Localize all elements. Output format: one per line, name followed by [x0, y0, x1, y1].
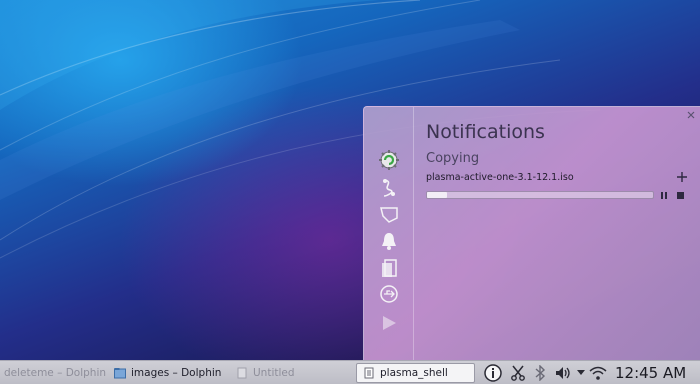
- expand-details-icon[interactable]: [676, 171, 688, 183]
- job-heading: Copying: [426, 151, 480, 166]
- close-icon[interactable]: [686, 110, 696, 120]
- task-label: images – Dolphin: [131, 367, 222, 379]
- notifications-popup: Notifications Copying plasma-active-one-…: [363, 106, 700, 360]
- popup-title: Notifications: [426, 121, 545, 143]
- bell-icon[interactable]: [376, 230, 402, 252]
- task-deleteme-dolphin[interactable]: deleteme – Dolphin: [4, 363, 106, 383]
- scissors-icon[interactable]: [509, 364, 527, 382]
- device-icon[interactable]: [376, 204, 402, 226]
- expand-arrow-icon[interactable]: [576, 364, 586, 382]
- network-icon[interactable]: [376, 177, 402, 199]
- job-progress-fill: [427, 192, 448, 198]
- volume-icon[interactable]: [553, 364, 573, 382]
- task-label: plasma_shell: [380, 367, 448, 379]
- task-label: Untitled: [253, 367, 295, 379]
- clock[interactable]: 12:45 AM: [615, 362, 686, 384]
- folder-icon: [114, 367, 126, 379]
- task-images-dolphin[interactable]: images – Dolphin: [114, 363, 221, 383]
- task-label: deleteme – Dolphin: [4, 367, 107, 379]
- wifi-icon[interactable]: [588, 364, 608, 382]
- gear-update-icon[interactable]: [376, 149, 402, 171]
- taskbar: deleteme – Dolphin images – Dolphin Unti…: [0, 360, 700, 384]
- document-icon: [236, 367, 248, 379]
- notifications-info-icon[interactable]: [483, 364, 503, 382]
- clipboard-icon[interactable]: [376, 257, 402, 279]
- job-filename: plasma-active-one-3.1-12.1.iso: [426, 172, 574, 183]
- document-icon: [363, 367, 375, 379]
- task-plasma-shell[interactable]: plasma_shell: [356, 363, 475, 383]
- notifications-sidebar: [364, 107, 414, 360]
- pause-icon[interactable]: [660, 191, 668, 200]
- task-untitled[interactable]: Untitled: [236, 363, 295, 383]
- play-icon[interactable]: [376, 312, 402, 334]
- usb-icon[interactable]: [376, 283, 402, 305]
- stop-icon[interactable]: [677, 192, 684, 199]
- bluetooth-icon[interactable]: [533, 364, 547, 382]
- job-progress-bar: [426, 191, 654, 199]
